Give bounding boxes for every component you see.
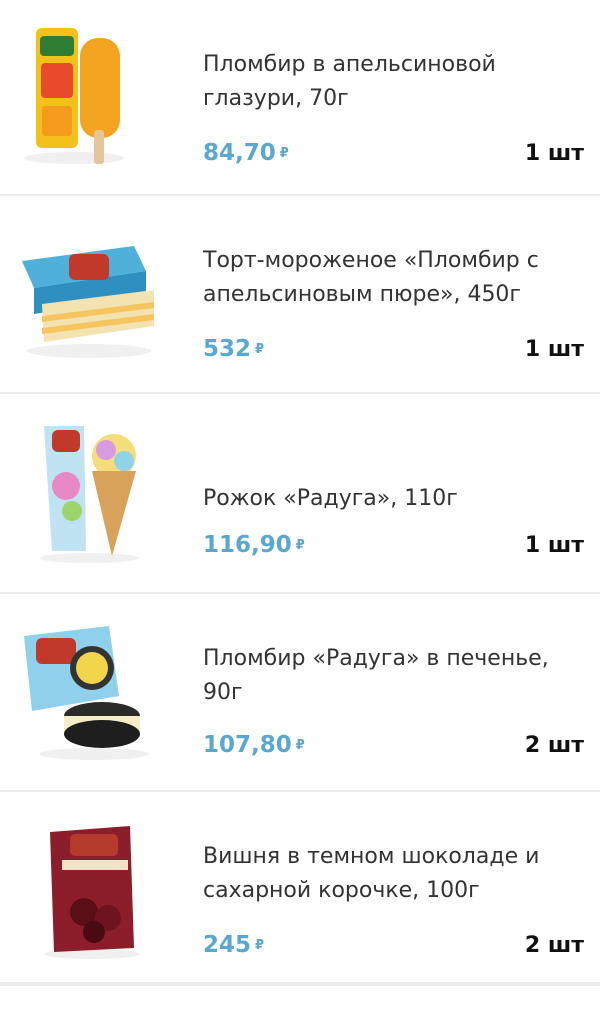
product-quantity: 2 шт (524, 933, 584, 958)
product-price: 245 ₽ (203, 932, 264, 958)
product-price: 116,90 ₽ (203, 532, 305, 558)
product-image[interactable] (14, 814, 154, 964)
price-value: 107,80 (203, 732, 292, 758)
list-divider (0, 984, 600, 986)
product-title: Вишня в темном шоколаде и сахарной короч… (203, 844, 540, 903)
list-item[interactable]: Пломбир «Радуга» в печенье, 90г 107,80 ₽ … (0, 594, 600, 792)
product-title: Рожок «Радуга», 110г (203, 486, 458, 511)
price-value: 116,90 (203, 532, 292, 558)
currency-symbol: ₽ (255, 938, 265, 953)
price-value: 532 (203, 336, 252, 362)
list-item[interactable]: Торт-мороженое «Пломбир с апельсиновым п… (0, 196, 600, 394)
price-value: 245 (203, 932, 252, 958)
product-image[interactable] (14, 216, 154, 366)
product-title: Торт-мороженое «Пломбир с апельсиновым п… (203, 248, 539, 307)
list-item[interactable]: Пломбир в апельсиновой глазури, 70г 84,7… (0, 0, 600, 196)
product-quantity: 1 шт (524, 141, 584, 166)
list-item[interactable]: Вишня в темном шоколаде и сахарной короч… (0, 792, 600, 984)
currency-symbol: ₽ (255, 342, 265, 357)
product-title: Пломбир «Радуга» в печенье, 90г (203, 646, 549, 705)
product-quantity: 2 шт (524, 733, 584, 758)
product-image[interactable] (14, 18, 154, 168)
currency-symbol: ₽ (279, 146, 289, 161)
currency-symbol: ₽ (295, 538, 305, 553)
product-quantity: 1 шт (524, 533, 584, 558)
price-value: 84,70 (203, 140, 276, 166)
product-price: 532 ₽ (203, 336, 264, 362)
list-item[interactable]: Рожок «Радуга», 110г 116,90 ₽ 1 шт (0, 394, 600, 594)
product-image[interactable] (14, 616, 154, 766)
product-price: 84,70 ₽ (203, 140, 289, 166)
currency-symbol: ₽ (295, 738, 305, 753)
product-image[interactable] (14, 416, 154, 566)
product-title: Пломбир в апельсиновой глазури, 70г (203, 52, 496, 111)
product-quantity: 1 шт (524, 337, 584, 362)
product-price: 107,80 ₽ (203, 732, 305, 758)
order-items-list: Пломбир в апельсиновой глазури, 70г 84,7… (0, 0, 600, 986)
